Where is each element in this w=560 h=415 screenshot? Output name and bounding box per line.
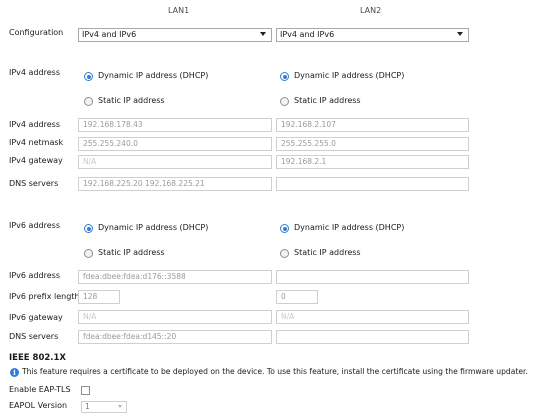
lan1-ipv4-address-field[interactable]: 192.168.178.43 — [78, 118, 272, 132]
lan2-ipv4-address-field[interactable]: 192.168.2.107 — [276, 118, 469, 132]
lan1-ipv6-gateway-field[interactable]: N/A — [78, 310, 272, 324]
lan2-column-header: LAN2 — [360, 6, 382, 15]
ipv4-address-label: IPv4 address — [9, 120, 60, 129]
lan2-ipv6-dns-field[interactable] — [276, 330, 469, 344]
lan1-ipv4-static-radio[interactable] — [84, 97, 93, 106]
lan1-ipv6-static-label: Static IP address — [98, 248, 165, 257]
lan1-ipv4-dhcp-radio[interactable] — [84, 72, 93, 81]
lan1-ipv4-gateway-field[interactable]: N/A — [78, 155, 272, 169]
ieee-info-text: This feature requires a certificate to b… — [22, 367, 528, 376]
lan1-ipv6-dhcp-radio[interactable] — [84, 224, 93, 233]
ipv4-dns-label: DNS servers — [9, 179, 59, 188]
lan1-ipv4-netmask-field[interactable]: 255.255.240.0 — [78, 137, 272, 151]
lan1-configuration-value: IPv4 and IPv6 — [82, 30, 137, 39]
chevron-down-icon — [118, 405, 122, 408]
lan1-ipv6-static-radio[interactable] — [84, 249, 93, 258]
eapol-version-select[interactable]: 1 — [81, 401, 127, 413]
lan1-ipv6-prefix-field[interactable]: 128 — [78, 290, 120, 304]
lan2-ipv6-static-label: Static IP address — [294, 248, 361, 257]
lan1-ipv6-dns-field[interactable]: fdea:dbee:fdea:d145::20 — [78, 330, 272, 344]
lan1-column-header: LAN1 — [168, 6, 190, 15]
lan1-ipv4-static-label: Static IP address — [98, 96, 165, 105]
lan2-ipv4-static-label: Static IP address — [294, 96, 361, 105]
lan2-ipv6-static-radio[interactable] — [280, 249, 289, 258]
lan2-ipv4-dhcp-label: Dynamic IP address (DHCP) — [294, 71, 405, 80]
eap-tls-checkbox[interactable] — [81, 386, 90, 395]
lan2-ipv6-dhcp-radio[interactable] — [280, 224, 289, 233]
lan1-configuration-select[interactable]: IPv4 and IPv6 — [78, 28, 272, 42]
ieee-section-title: IEEE 802.1X — [9, 353, 66, 363]
lan1-ipv4-dns-field[interactable]: 192.168.225.20 192.168.225.21 — [78, 177, 272, 191]
ipv6-gateway-label: IPv6 gateway — [9, 313, 63, 322]
lan2-ipv6-prefix-field[interactable]: 0 — [276, 290, 318, 304]
ipv6-address-label: IPv6 address — [9, 271, 60, 280]
ipv6-prefix-label: IPv6 prefix length — [9, 292, 80, 301]
lan1-ipv4-dhcp-label: Dynamic IP address (DHCP) — [98, 71, 209, 80]
lan2-ipv6-gateway-field[interactable]: N/A — [276, 310, 469, 324]
ipv4-mode-label: IPv4 address — [9, 68, 60, 77]
lan2-ipv4-netmask-field[interactable]: 255.255.255.0 — [276, 137, 469, 151]
chevron-down-icon — [260, 32, 266, 36]
eapol-version-label: EAPOL Version — [9, 401, 68, 410]
info-icon: i — [10, 368, 19, 377]
lan2-ipv4-dns-field[interactable] — [276, 177, 469, 191]
ipv6-mode-label: IPv6 address — [9, 221, 60, 230]
lan2-ipv6-dhcp-label: Dynamic IP address (DHCP) — [294, 223, 405, 232]
lan1-ipv6-dhcp-label: Dynamic IP address (DHCP) — [98, 223, 209, 232]
lan2-ipv4-static-radio[interactable] — [280, 97, 289, 106]
lan2-ipv6-address-field[interactable] — [276, 270, 469, 284]
ipv4-gateway-label: IPv4 gateway — [9, 156, 63, 165]
lan1-ipv6-address-field[interactable]: fdea:dbee:fdea:d176::3588 — [78, 270, 272, 284]
lan2-ipv4-gateway-field[interactable]: 192.168.2.1 — [276, 155, 469, 169]
eap-tls-label: Enable EAP-TLS — [9, 385, 71, 394]
chevron-down-icon — [457, 32, 463, 36]
ipv4-netmask-label: IPv4 netmask — [9, 138, 64, 147]
configuration-label: Configuration — [9, 28, 64, 37]
eapol-version-value: 1 — [85, 402, 90, 411]
ipv6-dns-label: DNS servers — [9, 332, 59, 341]
lan2-configuration-value: IPv4 and IPv6 — [280, 30, 335, 39]
lan2-ipv4-dhcp-radio[interactable] — [280, 72, 289, 81]
lan2-configuration-select[interactable]: IPv4 and IPv6 — [276, 28, 469, 42]
